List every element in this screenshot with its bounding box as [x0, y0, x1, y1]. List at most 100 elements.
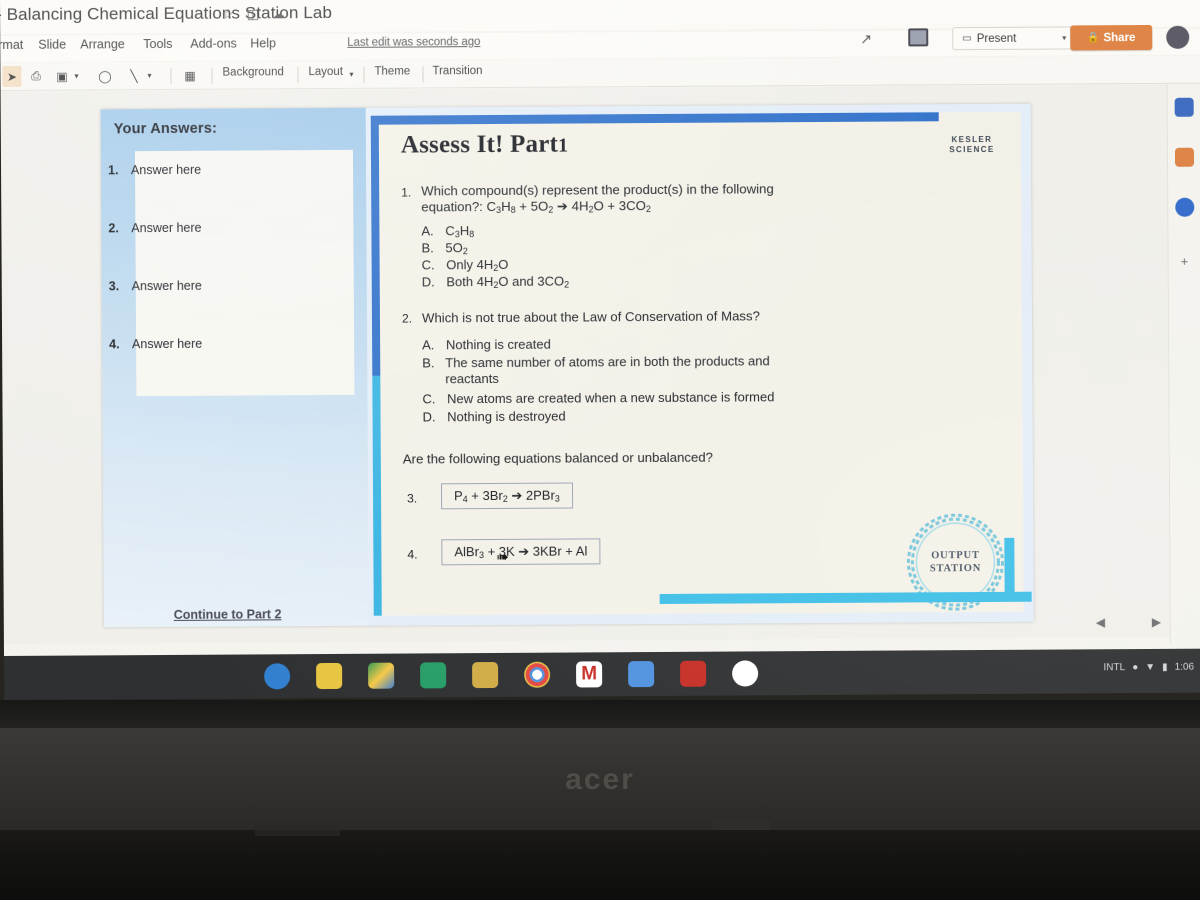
share-label: Share — [1103, 31, 1136, 44]
question-1-option-b-text: 5O2 — [445, 240, 468, 257]
meet-icon[interactable] — [264, 663, 291, 690]
question-1-line1: Which compound(s) represent the product(… — [421, 181, 774, 199]
question-1-option-a-letter: A. — [421, 223, 434, 239]
stamp-line-2: STATION — [929, 563, 982, 575]
current-slide[interactable]: Your Answers: 1. Answer here 2. Answer h… — [100, 103, 1034, 628]
balanced-equations-prompt: Are the following equations balanced or … — [402, 449, 713, 467]
question-1-option-a-text: C3H8 — [445, 223, 475, 240]
question-2-option-a-letter: A. — [422, 337, 435, 353]
gmail-icon[interactable]: M — [576, 661, 603, 688]
menu-help[interactable]: Help — [250, 36, 276, 50]
image-tool-icon[interactable]: ▣ — [52, 66, 71, 87]
answers-textbox[interactable] — [134, 149, 355, 397]
question-1-text: Which compound(s) represent the product(… — [421, 180, 1021, 219]
chromeos-shelf: M INTL ● ▼ ▮ 1:06 — [4, 648, 1200, 700]
cloud-status-icon[interactable]: ☁ — [272, 6, 285, 22]
continue-to-part-2-link[interactable]: Continue to Part 2 — [174, 607, 282, 622]
question-2-option-d[interactable]: D. Nothing is destroyed — [423, 406, 1003, 426]
move-to-folder-icon[interactable]: ◫ — [247, 6, 259, 22]
answer-row-3[interactable]: 3. Answer here — [109, 279, 202, 294]
calendar-icon[interactable] — [1174, 97, 1194, 117]
edit-history-icon[interactable]: ↗ — [860, 31, 872, 48]
answer-row-1-number: 1. — [107, 163, 119, 178]
equation-3-box[interactable]: P4 + 3Br2 ➔ 2PBr3 — [440, 482, 573, 510]
image-caret-icon[interactable]: ▾ — [70, 65, 82, 86]
answer-row-1[interactable]: 1. Answer here — [108, 163, 201, 178]
question-2-option-c[interactable]: C. New atoms are created when a new subs… — [422, 388, 1002, 408]
deck-detail-left — [255, 824, 340, 836]
question-2-option-a[interactable]: A. Nothing is created — [422, 334, 1002, 354]
question-2-number: 2. — [401, 311, 413, 326]
sheets-icon[interactable] — [420, 662, 447, 689]
answers-heading: Your Answers: — [113, 120, 218, 138]
question-1-option-d-text: Both 4H2O and 3CO2 — [446, 273, 570, 290]
chrome-icon[interactable] — [524, 661, 551, 688]
stamp-line-1: OUTPUT — [931, 550, 980, 562]
side-rail: + — [1166, 83, 1200, 644]
laptop-photo: - Balancing Chemical Equations Station L… — [0, 0, 1200, 900]
right-cyan-accent — [1004, 537, 1015, 602]
textbox-tool-icon[interactable]: ⎙ — [26, 66, 45, 87]
select-tool-icon[interactable]: ➤ — [2, 65, 22, 87]
menu-arrange[interactable]: Arrange — [80, 37, 125, 51]
user-avatar[interactable] — [1166, 25, 1190, 49]
question-2-option-d-letter: D. — [422, 409, 436, 425]
equation-4-box[interactable]: AlBr3 + 3K ➔ 3KBr + Al — [441, 538, 601, 566]
system-tray[interactable]: INTL ● ▼ ▮ 1:06 — [1103, 662, 1194, 674]
slide-title[interactable]: Assess It! Part1 — [401, 131, 569, 160]
laptop-front-edge — [0, 830, 1200, 900]
notification-icon[interactable]: ● — [1132, 662, 1138, 673]
question-2-text: Which is not true about the Law of Conse… — [421, 308, 760, 326]
menu-tools[interactable]: Tools — [143, 37, 172, 51]
line-tool-icon[interactable]: ╲ — [124, 65, 143, 86]
answer-row-2[interactable]: 2. Answer here — [108, 221, 201, 236]
answer-row-4-number: 4. — [109, 337, 120, 352]
answer-row-4[interactable]: 4. Answer here — [109, 337, 202, 352]
wifi-icon[interactable]: ▼ — [1145, 662, 1155, 673]
slides-icon[interactable] — [316, 662, 343, 690]
layout-button[interactable]: Layout — [308, 66, 343, 78]
docs-icon[interactable] — [628, 661, 655, 688]
keep-icon[interactable] — [1174, 147, 1195, 167]
present-button[interactable]: ▭ Present — [952, 26, 1061, 51]
layout-caret-icon[interactable]: ▾ — [346, 64, 356, 85]
classroom-icon[interactable] — [472, 661, 499, 689]
table-tool-icon[interactable]: ▦ — [180, 65, 199, 86]
theme-button[interactable]: Theme — [374, 65, 410, 77]
question-2-option-b-text: The same number of atoms are in both the… — [445, 353, 770, 387]
last-edit-status[interactable]: Last edit was seconds ago — [347, 36, 480, 49]
transition-button[interactable]: Transition — [432, 65, 482, 77]
question-2-option-a-text: Nothing is created — [445, 336, 551, 353]
shape-tool-icon[interactable]: ◯ — [95, 65, 114, 86]
battery-icon[interactable]: ▮ — [1162, 662, 1168, 673]
star-icon[interactable]: ☆ — [222, 7, 234, 23]
scroll-left-icon[interactable]: ◀ — [1096, 615, 1105, 629]
clock-label[interactable]: 1:06 — [1175, 662, 1195, 673]
question-2-option-b[interactable]: B. The same number of atoms are in both … — [422, 352, 1002, 388]
play-store-icon[interactable] — [732, 660, 759, 687]
question-1-option-d[interactable]: D. Both 4H2O and 3CO2 — [422, 274, 570, 294]
card-top-accent-bar — [378, 112, 939, 125]
mouse-cursor-icon: ➠ — [496, 548, 510, 566]
question-2-option-d-text: Nothing is destroyed — [447, 408, 566, 425]
tasks-icon[interactable] — [1175, 197, 1195, 217]
share-button[interactable]: 🔒 Share — [1070, 24, 1153, 51]
answer-row-3-number: 3. — [108, 279, 120, 294]
question-1-option-c-letter: C. — [421, 257, 435, 273]
brand-line-2: SCIENCE — [949, 144, 995, 155]
drive-icon[interactable] — [368, 662, 395, 689]
lock-icon: 🔒 — [1086, 32, 1100, 44]
add-app-button[interactable]: + — [1181, 254, 1189, 269]
question-2-option-b-letter: B. — [422, 355, 435, 371]
question-1-equation: C3H8 + 5O2 ➔ 4H2O + 3CO2 — [486, 197, 652, 215]
youtube-icon[interactable] — [680, 660, 707, 687]
comment-icon[interactable] — [908, 28, 929, 47]
background-button[interactable]: Background — [222, 66, 283, 78]
deck-detail-right — [712, 820, 770, 830]
menu-slide[interactable]: Slide — [38, 38, 66, 52]
menu-add-ons[interactable]: Add-ons — [190, 37, 237, 51]
menu-format[interactable]: rmat — [0, 38, 23, 52]
scroll-right-icon[interactable]: ▶ — [1152, 615, 1161, 629]
line-caret-icon[interactable]: ▾ — [143, 65, 155, 86]
chromebook-screen: - Balancing Chemical Equations Station L… — [0, 0, 1200, 700]
